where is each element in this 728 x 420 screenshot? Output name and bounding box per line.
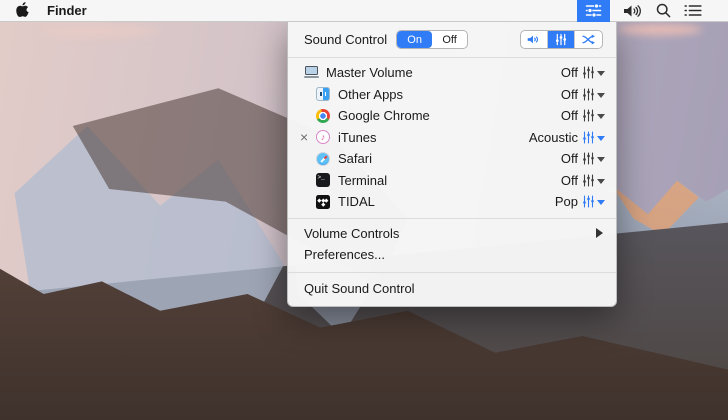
menu-item-preferences[interactable]: Preferences... [288, 244, 616, 266]
preset-dropdown[interactable]: Off [561, 173, 605, 188]
safari-icon [315, 151, 331, 167]
app-row-other-apps[interactable]: Other Apps Off [288, 84, 616, 106]
preset-dropdown[interactable]: Off [561, 108, 605, 123]
sliders-icon [555, 33, 567, 46]
app-label: Terminal [338, 172, 388, 188]
list-icon [684, 5, 702, 16]
sliders-icon [583, 174, 594, 187]
volume-mode-button[interactable] [521, 31, 548, 48]
sliders-icon [583, 66, 594, 79]
panel-title: Sound Control [304, 32, 388, 47]
wallpaper-cloud [618, 24, 702, 35]
chevron-down-icon [597, 71, 605, 77]
preset-dropdown[interactable]: Pop [555, 194, 605, 209]
chrome-icon [315, 108, 331, 124]
chevron-down-icon [597, 157, 605, 163]
app-row-terminal[interactable]: >_ Terminal Off [288, 170, 616, 192]
preset-dropdown[interactable]: Off [561, 151, 605, 166]
preset-dropdown[interactable]: Off [561, 65, 605, 80]
equalizer-mode-button[interactable] [548, 31, 575, 48]
power-off-button[interactable]: Off [432, 31, 467, 48]
preset-value: Off [560, 86, 578, 102]
active-app-menu[interactable]: Finder [47, 3, 87, 18]
notification-center-menu-extra[interactable] [684, 0, 702, 22]
chevron-down-icon [597, 200, 605, 206]
preset-dropdown[interactable]: Acoustic [529, 130, 605, 145]
chevron-down-icon [597, 135, 605, 141]
apple-menu[interactable] [0, 0, 47, 22]
app-row-google-chrome[interactable]: Google Chrome Off [288, 105, 616, 127]
panel-menu-section: Volume Controls Preferences... [288, 219, 616, 272]
submenu-arrow-icon [596, 228, 603, 239]
preset-value: Off [560, 65, 578, 81]
preset-value: Off [560, 151, 578, 167]
preset-value: Off [560, 108, 578, 124]
shuffle-icon [582, 34, 595, 45]
sliders-icon [583, 88, 594, 101]
preset-dropdown[interactable]: Off [561, 87, 605, 102]
app-row-tidal[interactable]: TIDAL Pop [288, 191, 616, 213]
spotlight-menu-extra[interactable] [656, 0, 671, 22]
preset-value: Acoustic [528, 129, 578, 145]
app-label: Google Chrome [338, 108, 430, 124]
sound-control-menu-extra[interactable] [577, 0, 610, 22]
finder-icon [315, 86, 331, 102]
sound-control-panel: Sound Control On Off Master Volume Off O… [287, 22, 617, 307]
panel-quit-section: Quit Sound Control [288, 273, 616, 307]
preset-value: Pop [554, 194, 578, 210]
power-on-button[interactable]: On [397, 31, 433, 48]
itunes-icon: ♪ [315, 129, 331, 145]
app-label: Safari [338, 151, 372, 167]
sliders-icon [583, 131, 594, 144]
app-label: Other Apps [338, 86, 404, 102]
menu-item-volume-controls[interactable]: Volume Controls [288, 223, 616, 245]
app-label: TIDAL [338, 194, 375, 210]
remove-app-button[interactable]: × [300, 130, 315, 144]
tidal-icon [315, 194, 331, 210]
menu-bar: Finder [0, 0, 728, 22]
chevron-down-icon [597, 178, 605, 184]
menu-item-label: Preferences... [304, 247, 385, 263]
app-volume-list: Master Volume Off Other Apps Off Google … [288, 58, 616, 218]
panel-header: Sound Control On Off [288, 22, 616, 57]
sliders-icon [583, 109, 594, 122]
apple-logo-icon [16, 1, 29, 20]
speaker-icon [527, 35, 539, 44]
menu-bar-status-icons [577, 0, 728, 22]
equalizer-icon [585, 3, 602, 18]
app-label: iTunes [338, 129, 377, 145]
sliders-icon [583, 195, 594, 208]
app-row-safari[interactable]: Safari Off [288, 148, 616, 170]
power-toggle: On Off [396, 30, 469, 49]
chevron-down-icon [597, 92, 605, 98]
speaker-icon [624, 4, 641, 17]
display-icon [303, 65, 319, 81]
volume-menu-extra[interactable] [623, 0, 643, 22]
search-icon [656, 3, 671, 18]
menu-item-label: Quit Sound Control [304, 280, 415, 296]
app-label: Master Volume [326, 65, 413, 81]
menu-item-quit[interactable]: Quit Sound Control [288, 278, 616, 300]
menu-item-label: Volume Controls [304, 225, 400, 241]
chevron-down-icon [597, 114, 605, 120]
route-mode-button[interactable] [575, 31, 602, 48]
app-row-master-volume[interactable]: Master Volume Off [288, 62, 616, 84]
app-row-itunes[interactable]: × ♪ iTunes Acoustic [288, 127, 616, 149]
preset-value: Off [560, 172, 578, 188]
terminal-icon: >_ [315, 172, 331, 188]
output-mode-switcher [520, 30, 603, 49]
sliders-icon [583, 152, 594, 165]
